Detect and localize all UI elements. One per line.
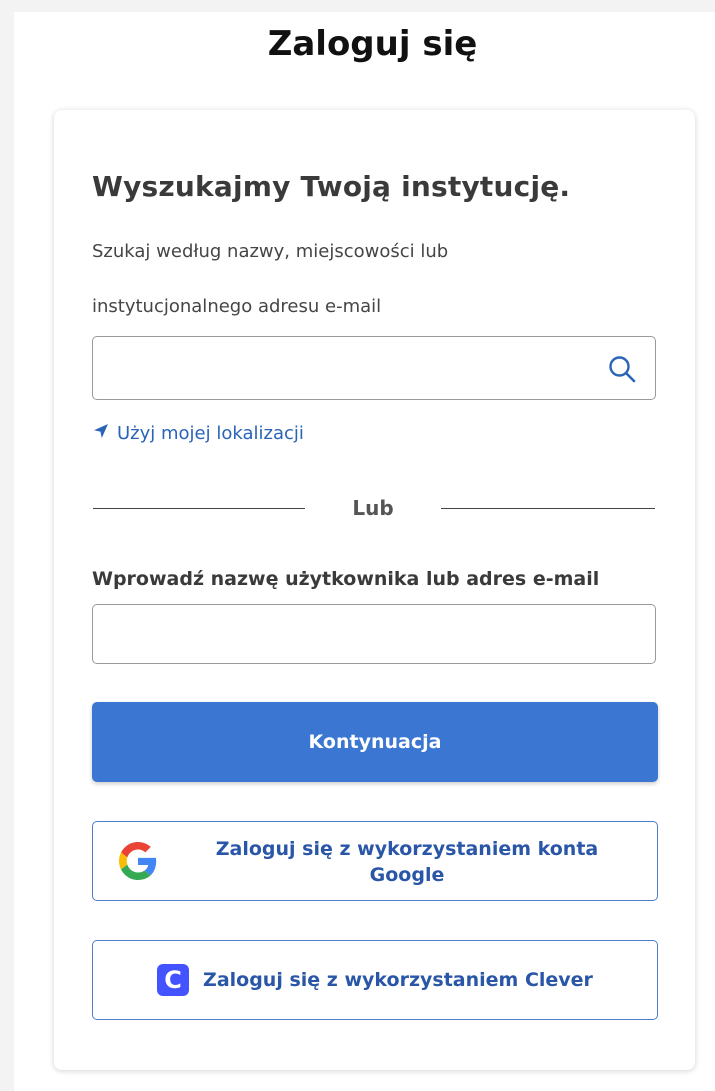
institution-search-input[interactable]: [93, 337, 655, 399]
google-sign-in-button[interactable]: Zaloguj się z wykorzystaniem konta Googl…: [92, 821, 658, 901]
username-field: [92, 604, 656, 664]
institution-search-helper-line2: instytucjonalnego adresu e-mail: [92, 296, 382, 317]
clever-sign-in-label: Zaloguj się z wykorzystaniem Clever: [203, 969, 593, 991]
institution-search-heading: Wyszukajmy Twoją instytucję.: [92, 170, 571, 203]
google-g-icon: [119, 842, 157, 880]
search-icon[interactable]: [603, 350, 641, 388]
divider-line-left: [93, 508, 305, 509]
divider-text: Lub: [352, 496, 394, 520]
google-sign-in-label: Zaloguj się z wykorzystaniem konta Googl…: [215, 838, 599, 886]
clever-sign-in-button[interactable]: C Zaloguj się z wykorzystaniem Clever: [92, 940, 658, 1020]
institution-search-field: [92, 336, 656, 400]
use-my-location-label: Użyj mojej lokalizacji: [117, 423, 304, 444]
location-arrow-icon: [93, 423, 109, 444]
page-title: Zaloguj się: [267, 24, 478, 64]
username-label: Wprowadź nazwę użytkownika lub adres e-m…: [92, 568, 600, 590]
use-my-location-link[interactable]: Użyj mojej lokalizacji: [93, 423, 304, 444]
clever-button-content: C Zaloguj się z wykorzystaniem Clever: [93, 941, 657, 1019]
institution-search-helper-line1: Szukaj według nazwy, miejscowości lub: [92, 241, 449, 262]
clever-logo-icon: C: [157, 964, 190, 996]
username-input[interactable]: [93, 605, 655, 663]
continue-button[interactable]: Kontynuacja: [92, 702, 658, 782]
divider-line-right: [441, 508, 655, 509]
